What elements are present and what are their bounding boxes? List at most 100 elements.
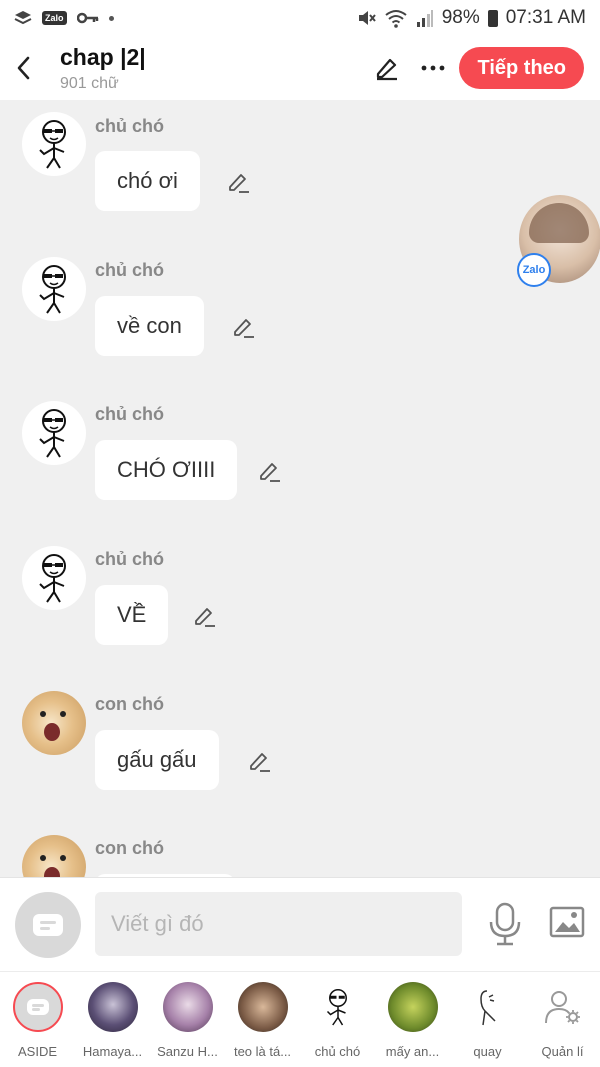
message-bubble[interactable]: CHÓ ƠIIII bbox=[95, 440, 238, 500]
pencil-icon bbox=[260, 463, 280, 482]
message-author: chủ chó bbox=[95, 404, 165, 424]
more-button[interactable] bbox=[419, 54, 447, 82]
aside-avatar bbox=[12, 982, 63, 1032]
character-label: ASIDE bbox=[17, 1044, 57, 1059]
clock: 07:31 AM bbox=[505, 7, 586, 28]
image-button[interactable] bbox=[549, 906, 585, 940]
avatar bbox=[387, 982, 438, 1032]
doge-eye bbox=[40, 711, 46, 717]
mute-icon bbox=[358, 11, 376, 25]
edit-message-button[interactable] bbox=[258, 459, 284, 485]
message-author: con chó bbox=[95, 694, 165, 714]
image-icon bbox=[549, 906, 585, 938]
stickman-glasses-icon bbox=[326, 989, 347, 1026]
message-bubble[interactable]: gấu gấu bbox=[95, 730, 219, 790]
stickman-glasses-icon bbox=[39, 265, 66, 314]
stickman-glasses-icon bbox=[39, 120, 66, 169]
aside-toggle-button[interactable] bbox=[15, 892, 81, 958]
avatar[interactable] bbox=[22, 112, 86, 176]
chat-bubble-icon bbox=[26, 999, 49, 1015]
chevron-left-icon bbox=[17, 56, 30, 80]
message-author: chủ chó bbox=[95, 116, 165, 136]
message-author: chủ chó bbox=[95, 549, 165, 569]
message-author: chủ chó bbox=[95, 260, 165, 280]
character-label: Sanzu H... bbox=[157, 1044, 218, 1059]
edit-message-button[interactable] bbox=[232, 315, 258, 341]
avatar[interactable] bbox=[22, 257, 86, 321]
dot-icon bbox=[108, 15, 114, 21]
message-bubble[interactable]: VỀ bbox=[95, 585, 169, 645]
avatar bbox=[162, 982, 213, 1032]
avatar bbox=[312, 982, 363, 1032]
chat-bubble-icon bbox=[33, 914, 63, 936]
character-item[interactable]: teo là tá... bbox=[225, 972, 300, 1067]
character-aside[interactable]: ASIDE bbox=[0, 972, 75, 1067]
battery-percent: 98% bbox=[441, 7, 480, 28]
pencil-icon bbox=[250, 753, 270, 772]
character-label: Hamaya... bbox=[82, 1044, 143, 1059]
signal-icon bbox=[416, 10, 433, 27]
chat-head-avatar bbox=[529, 203, 589, 243]
character-label: chủ chó bbox=[314, 1044, 361, 1059]
edit-title-button[interactable] bbox=[373, 54, 401, 82]
pencil-icon bbox=[377, 58, 398, 81]
floating-chat-head[interactable]: Zalo bbox=[517, 195, 600, 287]
microphone-button[interactable] bbox=[488, 902, 524, 948]
character-item[interactable]: mấy an... bbox=[375, 972, 450, 1067]
pencil-icon bbox=[229, 174, 249, 193]
character-item[interactable]: Hamaya... bbox=[75, 972, 150, 1067]
pencil-icon bbox=[195, 608, 215, 627]
wifi-icon bbox=[385, 10, 407, 28]
edit-message-button[interactable] bbox=[193, 604, 219, 630]
avatar bbox=[462, 982, 513, 1032]
back-button[interactable] bbox=[0, 36, 46, 100]
doge-eye bbox=[60, 711, 66, 717]
page-title: chap |2| bbox=[60, 43, 146, 70]
doge-eye bbox=[60, 855, 66, 861]
character-manage[interactable]: Quản lí bbox=[525, 972, 600, 1067]
avatar bbox=[237, 982, 288, 1032]
pencil-icon bbox=[234, 319, 254, 338]
edit-message-button[interactable] bbox=[248, 749, 274, 775]
more-icon bbox=[422, 65, 445, 71]
key-icon bbox=[76, 12, 98, 24]
doge-mouth bbox=[44, 867, 60, 877]
avatar[interactable] bbox=[22, 691, 86, 755]
character-item[interactable]: quay bbox=[450, 972, 525, 1067]
character-label: teo là tá... bbox=[233, 1044, 292, 1059]
character-label: mấy an... bbox=[385, 1044, 440, 1059]
message-author: con chó bbox=[95, 838, 165, 858]
character-label: Quản lí bbox=[541, 1044, 584, 1059]
battery-icon bbox=[487, 9, 498, 27]
word-count: 901 chữ bbox=[60, 74, 119, 92]
layers-icon bbox=[14, 11, 32, 25]
avatar[interactable] bbox=[22, 835, 86, 877]
stickman-glasses-icon bbox=[39, 554, 66, 603]
next-button[interactable]: Tiếp theo bbox=[459, 47, 584, 89]
user-settings-icon bbox=[544, 991, 580, 1024]
character-item[interactable]: chủ chó bbox=[300, 972, 375, 1067]
character-item[interactable]: Sanzu H... bbox=[150, 972, 225, 1067]
microphone-icon bbox=[489, 902, 521, 946]
character-label: quay bbox=[473, 1044, 502, 1059]
status-bar: Zalo 98% 07:31 AM bbox=[0, 0, 600, 36]
avatar bbox=[87, 982, 138, 1032]
sketch-figure-icon bbox=[479, 990, 496, 1026]
message-bubble[interactable]: chó ơi bbox=[95, 151, 200, 211]
doge-mouth bbox=[44, 723, 60, 741]
input-bar bbox=[0, 877, 600, 971]
message-bubble[interactable]: về con bbox=[95, 296, 204, 356]
header: chap |2| 901 chữ Tiếp theo bbox=[0, 36, 600, 100]
edit-message-button[interactable] bbox=[227, 170, 253, 196]
character-bar: ASIDE Hamaya... Sanzu H... teo là tá... … bbox=[0, 971, 600, 1067]
title-block: chap |2| 901 chữ bbox=[60, 44, 146, 93]
manage-avatar bbox=[537, 982, 588, 1032]
chat-area[interactable]: chủ chó chó ơi chủ chó về con chủ chó CH… bbox=[0, 100, 600, 877]
doge-eye bbox=[40, 855, 46, 861]
stickman-glasses-icon bbox=[39, 409, 66, 458]
zalo-icon: Zalo bbox=[517, 253, 551, 287]
avatar[interactable] bbox=[22, 401, 86, 465]
zalo-icon: Zalo bbox=[42, 11, 67, 25]
avatar[interactable] bbox=[22, 546, 86, 610]
message-input[interactable] bbox=[95, 892, 462, 956]
